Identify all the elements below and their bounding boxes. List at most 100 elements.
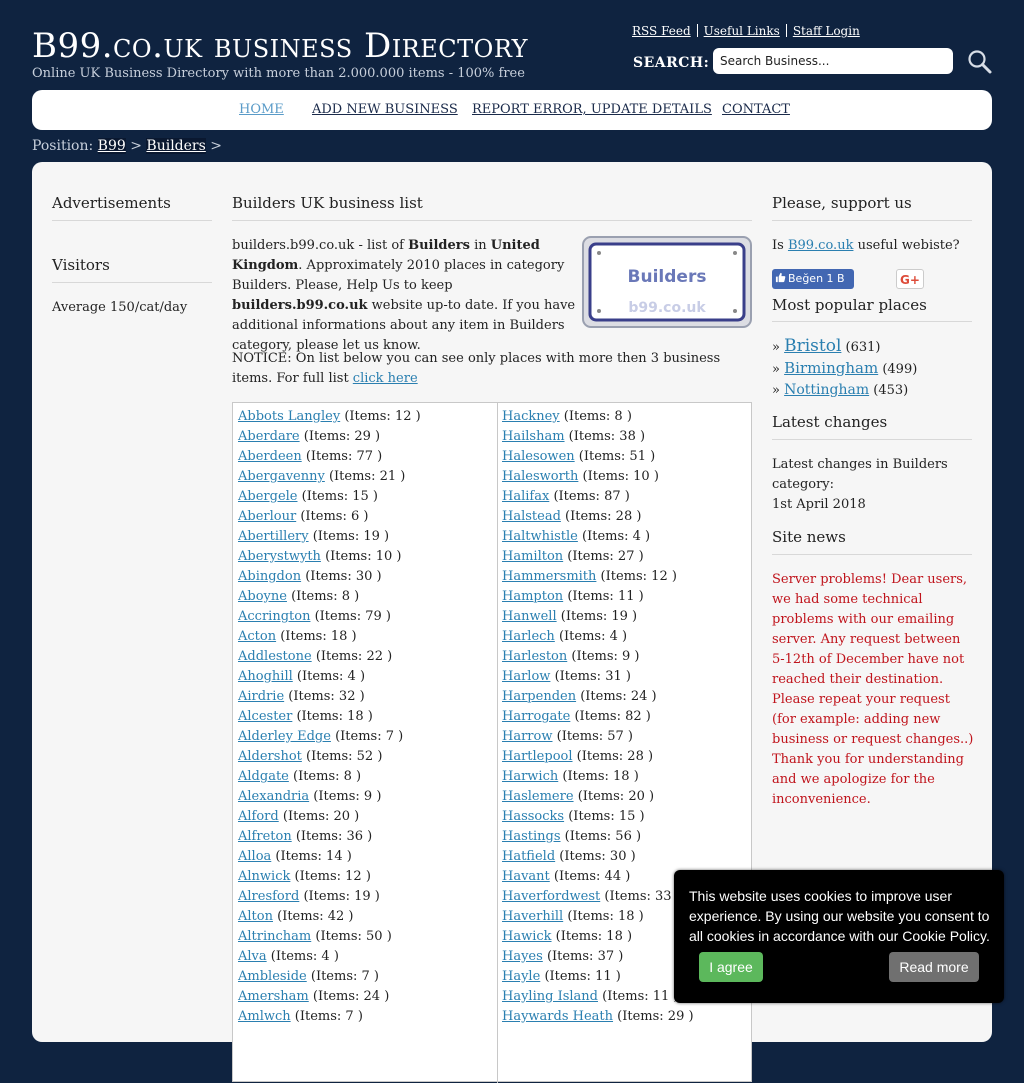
place-link[interactable]: Hamilton [502,549,563,564]
place-link[interactable]: Halifax [502,489,549,504]
place-link[interactable]: Hailsham [502,429,565,444]
place-link[interactable]: Haywards Heath [502,1009,613,1024]
search-button[interactable] [966,48,994,76]
place-link[interactable]: Alva [238,949,267,964]
place-link[interactable]: Hatfield [502,849,555,864]
place-link[interactable]: Acton [238,629,276,644]
place-link[interactable]: Alcester [238,709,292,724]
place-link[interactable]: Harrow [502,729,552,744]
place-link[interactable]: Hayes [502,949,543,964]
place-link[interactable]: Aberystwyth [238,549,321,564]
place-list-item: Aldershot (Items: 52 ) [238,747,493,767]
place-link[interactable]: Aberdeen [238,449,302,464]
place-link[interactable]: Hackney [502,409,560,424]
place-link[interactable]: Abergele [238,489,297,504]
site-logo[interactable]: B99.co.uk business Directory [32,26,528,66]
place-link[interactable]: Harleston [502,649,567,664]
place-link[interactable]: Airdrie [238,689,284,704]
place-link[interactable]: Aldgate [238,769,289,784]
b99-home-link[interactable]: B99.co.uk [788,238,854,253]
place-link[interactable]: Aboyne [238,589,287,604]
full-list-link[interactable]: click here [353,371,418,386]
divider [232,220,752,221]
place-link[interactable]: Harrogate [502,709,570,724]
place-link[interactable]: Abingdon [238,569,301,584]
place-link[interactable]: Alresford [238,889,299,904]
place-link[interactable]: Haslemere [502,789,574,804]
place-link[interactable]: Haverfordwest [502,889,600,904]
divider [772,554,972,555]
place-link[interactable]: Hawick [502,929,552,944]
place-link[interactable]: Hayle [502,969,540,984]
breadcrumb-builders-link[interactable]: Builders [146,138,206,154]
place-link[interactable]: Harpenden [502,689,576,704]
place-link[interactable]: Hanwell [502,609,557,624]
facebook-like-label: Beğen 1 B [788,272,845,285]
divider [52,282,212,283]
google-plus-button[interactable]: G+ [896,269,924,289]
place-link[interactable]: Amlwch [238,1009,291,1024]
place-link[interactable]: Aldershot [238,749,302,764]
place-link[interactable]: Alloa [238,849,271,864]
popular-place-link[interactable]: Nottingham [784,382,869,398]
nav-home[interactable]: HOME [239,102,284,117]
place-link[interactable]: Alfreton [238,829,292,844]
place-list-item: Amlwch (Items: 7 ) [238,1007,493,1027]
place-link[interactable]: Aberlour [238,509,296,524]
place-link[interactable]: Accrington [238,609,310,624]
cookie-read-more-button[interactable]: Read more [889,952,979,982]
breadcrumb-home-link[interactable]: B99 [97,138,126,154]
place-link[interactable]: Hampton [502,589,563,604]
place-link[interactable]: Harlech [502,629,555,644]
place-link[interactable]: Halesworth [502,469,578,484]
place-link[interactable]: Haltwhistle [502,529,578,544]
place-link[interactable]: Hastings [502,829,561,844]
place-link[interactable]: Amersham [238,989,309,1004]
place-link[interactable]: Altrincham [238,929,311,944]
nav-report-error[interactable]: REPORT ERROR, UPDATE DETAILS [472,102,712,117]
popular-place-item: » Bristol (631) [772,336,881,356]
nav-add-new-business[interactable]: ADD NEW BUSINESS [312,102,458,117]
place-link[interactable]: Ahoghill [238,669,293,684]
place-link[interactable]: Harwich [502,769,558,784]
place-list-item: Ambleside (Items: 7 ) [238,967,493,987]
popular-place-link[interactable]: Bristol [784,336,841,356]
popular-place-link[interactable]: Birmingham [784,359,878,377]
place-link[interactable]: Hayling Island [502,989,598,1004]
place-link[interactable]: Halstead [502,509,561,524]
place-link[interactable]: Haverhill [502,909,563,924]
search-input[interactable] [713,48,953,74]
place-link[interactable]: Halesowen [502,449,575,464]
place-link[interactable]: Hammersmith [502,569,596,584]
place-list-item: Alcester (Items: 18 ) [238,707,493,727]
place-link[interactable]: Addlestone [238,649,312,664]
place-link[interactable]: Alton [238,909,273,924]
place-link[interactable]: Abertillery [238,529,309,544]
place-link[interactable]: Alford [238,809,279,824]
useful-links-link[interactable]: Useful Links [704,24,780,38]
staff-login-link[interactable]: Staff Login [793,24,860,38]
place-link[interactable]: Havant [502,869,550,884]
place-list-item: Aberystwyth (Items: 10 ) [238,547,493,567]
facebook-like-button[interactable]: Beğen 1 B [772,269,854,289]
nav-contact[interactable]: CONTACT [722,102,790,117]
place-link[interactable]: Abbots Langley [238,409,340,424]
badge-subtitle: b99.co.uk [628,300,706,316]
cookie-agree-button[interactable]: I agree [699,952,763,982]
place-link[interactable]: Abergavenny [238,469,325,484]
place-item-count: (Items: 6 ) [300,509,369,524]
place-link[interactable]: Hartlepool [502,749,573,764]
place-item-count: (Items: 30 ) [305,569,382,584]
search-label: SEARCH: [633,55,710,71]
place-link[interactable]: Hassocks [502,809,564,824]
rss-feed-link[interactable]: RSS Feed [632,24,691,38]
place-link[interactable]: Alexandria [238,789,309,804]
place-list-item: Harlech (Items: 4 ) [502,627,757,647]
place-link[interactable]: Alnwick [238,869,290,884]
place-link[interactable]: Aberdare [238,429,300,444]
place-link[interactable]: Alderley Edge [238,729,331,744]
place-link[interactable]: Harlow [502,669,550,684]
place-list-item: Accrington (Items: 79 ) [238,607,493,627]
place-link[interactable]: Ambleside [238,969,307,984]
intro-text: - list of [354,238,409,253]
